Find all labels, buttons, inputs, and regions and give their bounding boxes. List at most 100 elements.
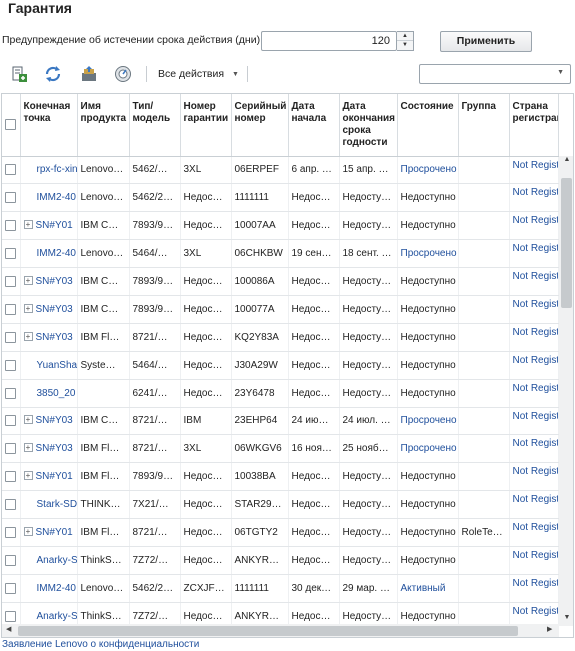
scroll-up-icon[interactable]: ▲ bbox=[559, 156, 573, 168]
table-row[interactable]: IMM2-40 Lenovo… 5464/… 3XL 06CHKBW 19 сен… 18 … bbox=[2, 239, 559, 269]
row-checkbox[interactable] bbox=[5, 275, 17, 287]
warning-days-input[interactable]: 120 bbox=[261, 31, 397, 51]
endpoint-link[interactable]: IMM2-40 bbox=[37, 192, 76, 203]
expand-icon[interactable]: + bbox=[23, 303, 33, 313]
table-row[interactable]: Stark-SD THINK… 7X21/… Недос… STAR29… Недос… Н… bbox=[2, 490, 559, 520]
column-header-country[interactable]: Страна регистрации bbox=[509, 94, 559, 157]
table-row[interactable]: + SN#Y03 IBM C… 8721/… IBM 23EHP64 24 ию… 24 ию… bbox=[2, 407, 559, 436]
country-registration-link[interactable]: Not Registered bbox=[509, 183, 559, 213]
endpoint-link[interactable]: SN#Y03 bbox=[36, 276, 73, 287]
endpoint-link[interactable]: YuanSha bbox=[37, 360, 77, 371]
scroll-left-icon[interactable]: ◀ bbox=[6, 625, 11, 633]
horizontal-scrollbar[interactable]: ◀ ▶ bbox=[2, 624, 559, 637]
endpoint-link[interactable]: Anarky-S bbox=[37, 611, 77, 622]
row-checkbox[interactable] bbox=[5, 192, 17, 204]
table-row[interactable]: + SN#Y03 IBM Fl… 8721/… 3XL 06WKGV6 16 ноя… 25 … bbox=[2, 434, 559, 464]
endpoint-link[interactable]: IMM2-40 bbox=[37, 583, 76, 594]
column-header-end-date[interactable]: Дата окончания срока годности bbox=[339, 94, 398, 157]
country-registration-link[interactable]: Not Registered bbox=[509, 239, 559, 269]
table-row[interactable]: + SN#Y03 IBM C… 7893/9… Недос… 100086A Недос… Н… bbox=[2, 267, 559, 296]
table-row[interactable]: + SN#Y01 IBM C… 7893/9… Недос… 10007AA Недос… Н… bbox=[2, 211, 559, 241]
column-header-type-model[interactable]: Тип/ модель bbox=[129, 94, 181, 157]
row-checkbox[interactable] bbox=[5, 582, 17, 594]
expand-icon[interactable]: + bbox=[23, 471, 33, 481]
refresh-icon[interactable] bbox=[44, 65, 62, 83]
row-checkbox[interactable] bbox=[5, 220, 17, 232]
column-header-endpoint[interactable]: Конечная точка bbox=[20, 94, 78, 157]
column-header-serial[interactable]: Серийный номер bbox=[231, 94, 289, 157]
country-registration-link[interactable]: Not Registered bbox=[509, 407, 559, 436]
row-checkbox[interactable] bbox=[5, 164, 17, 176]
expand-icon[interactable]: + bbox=[23, 527, 33, 537]
country-registration-link[interactable]: Not Registered bbox=[509, 434, 559, 464]
endpoint-link[interactable]: Stark-SD bbox=[37, 499, 77, 510]
country-registration-link[interactable]: Not Registered bbox=[509, 518, 559, 547]
expand-icon[interactable]: + bbox=[23, 220, 33, 230]
country-registration-link[interactable]: Not Registered bbox=[509, 267, 559, 296]
status-cell[interactable]: Просрочено bbox=[397, 407, 459, 436]
column-header-status[interactable]: Состояние bbox=[397, 94, 459, 157]
endpoint-link[interactable]: SN#Y03 bbox=[36, 304, 73, 315]
country-registration-link[interactable]: Not Registered bbox=[509, 211, 559, 241]
endpoint-link[interactable]: SN#Y01 bbox=[36, 471, 73, 482]
gauge-icon[interactable] bbox=[114, 65, 132, 83]
row-checkbox[interactable] bbox=[5, 499, 17, 511]
table-row[interactable]: IMM2-40 Lenovo… 5462/2… Недос… 1111111 Недос…… bbox=[2, 183, 559, 213]
table-row[interactable]: 3850_20 6241/… Недос… 23Y6478 Недос… Недосту…… bbox=[2, 379, 559, 408]
status-cell[interactable]: Просрочено bbox=[397, 239, 459, 269]
row-checkbox[interactable] bbox=[5, 526, 17, 538]
row-checkbox[interactable] bbox=[5, 248, 17, 260]
country-registration-link[interactable]: Not Registered bbox=[509, 323, 559, 352]
column-header-warranty-number[interactable]: Номер гарантии bbox=[180, 94, 232, 157]
endpoint-link[interactable]: 3850_20 bbox=[37, 388, 76, 399]
table-row[interactable]: YuanSha Syste… 5464/… Недос… J30A29W Недос… Не… bbox=[2, 351, 559, 380]
row-checkbox[interactable] bbox=[5, 554, 17, 566]
status-cell[interactable]: Просрочено bbox=[397, 156, 459, 185]
column-header-group[interactable]: Группа bbox=[458, 94, 510, 157]
row-checkbox[interactable] bbox=[5, 303, 17, 315]
endpoint-link[interactable]: rpx-fc-xin bbox=[37, 164, 77, 175]
table-row[interactable]: rpx-fc-xin Lenovo… 5462/… 3XL 06ERPEF 6 апр. … bbox=[2, 156, 559, 185]
endpoint-link[interactable]: IMM2-40 bbox=[37, 248, 76, 259]
endpoint-link[interactable]: SN#Y03 bbox=[36, 415, 73, 426]
endpoint-link[interactable]: SN#Y03 bbox=[36, 443, 73, 454]
filter-select[interactable]: ▼ bbox=[419, 64, 571, 84]
table-row[interactable]: + SN#Y01 IBM Fl… 8721/… Недос… 06TGTY2 Недос… Н… bbox=[2, 518, 559, 547]
country-registration-link[interactable]: Not Registered bbox=[509, 462, 559, 492]
scroll-down-icon[interactable]: ▼ bbox=[559, 614, 573, 626]
country-registration-link[interactable]: Not Registered bbox=[509, 379, 559, 408]
table-row[interactable]: + SN#Y03 IBM C… 7893/9… Недос… 100077A Недос… Н… bbox=[2, 295, 559, 324]
country-registration-link[interactable]: Not Registered bbox=[509, 156, 559, 185]
row-checkbox[interactable] bbox=[5, 610, 17, 622]
horizontal-scroll-thumb[interactable] bbox=[18, 626, 518, 636]
privacy-statement-link[interactable]: Заявление Lenovo о конфиденциальности bbox=[2, 639, 199, 650]
status-cell[interactable]: Активный bbox=[397, 574, 459, 603]
vertical-scrollbar[interactable]: ▲ ▼ bbox=[559, 156, 573, 626]
row-checkbox[interactable] bbox=[5, 359, 17, 371]
row-checkbox[interactable] bbox=[5, 331, 17, 343]
endpoint-link[interactable]: SN#Y01 bbox=[36, 527, 73, 538]
export-icon[interactable] bbox=[10, 65, 28, 83]
spinner-up-icon[interactable]: ▲ bbox=[397, 32, 413, 41]
country-registration-link[interactable]: Not Registered bbox=[509, 351, 559, 380]
all-actions-menu[interactable]: Все действия ▼ bbox=[158, 68, 239, 80]
table-row[interactable]: + SN#Y03 IBM Fl… 8721/… Недос… KQ2Y83A Недос… Н… bbox=[2, 323, 559, 352]
table-row[interactable]: + SN#Y01 IBM Fl… 7893/9… Недос… 10038BA Недос…… bbox=[2, 462, 559, 492]
endpoint-link[interactable]: SN#Y03 bbox=[36, 332, 73, 343]
spinner-down-icon[interactable]: ▼ bbox=[397, 41, 413, 50]
scroll-right-icon[interactable]: ▶ bbox=[547, 625, 552, 633]
days-spinner[interactable]: ▲ ▼ bbox=[397, 31, 414, 51]
column-header-product[interactable]: Имя продукта bbox=[77, 94, 130, 157]
expand-icon[interactable]: + bbox=[23, 276, 33, 285]
table-row[interactable]: Anarky-S ThinkS… 7Z72/… Недос… ANKYR… Недос… Н… bbox=[2, 546, 559, 575]
vertical-scroll-thumb[interactable] bbox=[561, 178, 572, 308]
transfer-icon[interactable] bbox=[80, 65, 98, 83]
table-row[interactable]: IMM2-40 Lenovo… 5462/2… ZCXJF… 1111111 30 дек… bbox=[2, 574, 559, 603]
expand-icon[interactable]: + bbox=[23, 331, 33, 341]
country-registration-link[interactable]: Not Registered bbox=[509, 546, 559, 575]
column-header-start-date[interactable]: Дата начала bbox=[288, 94, 340, 157]
endpoint-link[interactable]: Anarky-S bbox=[37, 555, 77, 566]
row-checkbox[interactable] bbox=[5, 471, 17, 483]
row-checkbox[interactable] bbox=[5, 415, 17, 427]
row-checkbox[interactable] bbox=[5, 443, 17, 455]
